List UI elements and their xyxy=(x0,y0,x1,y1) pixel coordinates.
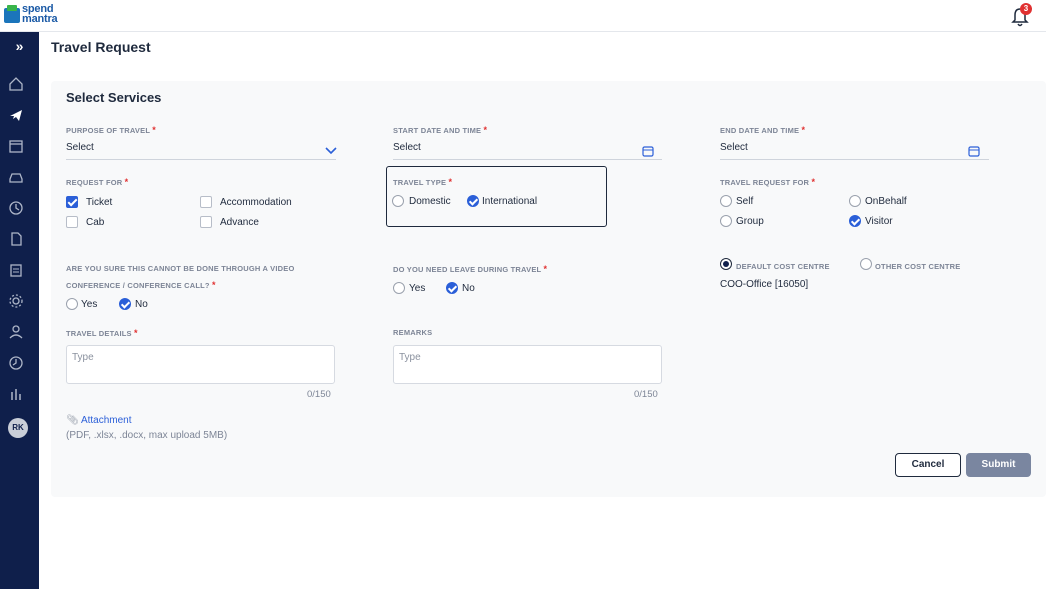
domestic-label: Domestic xyxy=(409,196,451,207)
end-date-input[interactable]: Select xyxy=(720,142,748,153)
document-icon[interactable] xyxy=(8,231,24,247)
calendar-picker-icon[interactable] xyxy=(968,145,980,157)
clipboard-icon[interactable] xyxy=(8,262,24,278)
leave-yes-label: Yes xyxy=(409,283,426,294)
remarks-textarea[interactable]: Type xyxy=(393,345,662,384)
video-conf-no-label: No xyxy=(135,299,148,310)
travel-details-counter: 0/150 xyxy=(307,389,331,400)
start-date-underline xyxy=(393,159,662,160)
cab-label: Cab xyxy=(86,217,105,228)
default-cost-centre-label: DEFAULT COST CENTRE xyxy=(736,262,830,271)
travel-details-label: TRAVEL DETAILS * xyxy=(66,328,138,338)
purpose-label: PURPOSE OF TRAVEL * xyxy=(66,125,156,135)
advance-checkbox[interactable] xyxy=(200,216,212,228)
settings-icon[interactable] xyxy=(8,293,24,309)
calendar-picker-icon[interactable] xyxy=(642,145,654,157)
accommodation-label: Accommodation xyxy=(220,197,292,208)
cancel-button[interactable]: Cancel xyxy=(895,453,961,477)
self-radio[interactable] xyxy=(720,195,732,207)
avatar[interactable]: RK xyxy=(8,418,28,438)
leave-label: DO YOU NEED LEAVE DURING TRAVEL * xyxy=(393,264,548,274)
video-conf-yes-label: Yes xyxy=(81,299,98,310)
international-label: International xyxy=(482,196,538,207)
travel-request-for-label: TRAVEL REQUEST FOR * xyxy=(720,177,816,187)
end-date-underline xyxy=(720,159,989,160)
flight-icon[interactable] xyxy=(8,107,24,123)
expand-sidebar-button[interactable]: » xyxy=(0,36,39,56)
ticket-label: Ticket xyxy=(86,197,113,208)
domestic-radio[interactable] xyxy=(392,195,404,207)
page-title: Travel Request xyxy=(51,39,151,55)
self-label: Self xyxy=(736,196,754,207)
clock-icon[interactable] xyxy=(8,355,24,371)
remarks-label: REMARKS xyxy=(393,328,433,337)
history-icon[interactable] xyxy=(8,200,24,216)
video-conf-yes-radio[interactable] xyxy=(66,298,78,310)
other-cost-centre-radio[interactable] xyxy=(860,258,872,270)
cab-checkbox[interactable] xyxy=(66,216,78,228)
onbehalf-label: OnBehalf xyxy=(865,196,907,207)
reports-icon[interactable] xyxy=(8,386,24,402)
visitor-radio[interactable] xyxy=(849,215,861,227)
sidebar: » RK xyxy=(0,32,39,589)
paperclip-icon: 📎︎ xyxy=(66,415,79,426)
international-radio[interactable] xyxy=(467,195,479,207)
home-icon[interactable] xyxy=(8,76,24,92)
logo-mark-icon xyxy=(4,5,20,23)
video-conference-label-2: CONFERENCE / CONFERENCE CALL? * xyxy=(66,280,216,290)
logo-line-2: mantra xyxy=(22,13,58,25)
ticket-checkbox[interactable] xyxy=(66,196,78,208)
leave-no-label: No xyxy=(462,283,475,294)
notification-count-badge: 3 xyxy=(1020,3,1032,15)
calendar-icon[interactable] xyxy=(8,138,24,154)
start-date-label: START DATE AND TIME * xyxy=(393,125,488,135)
submit-button[interactable]: Submit xyxy=(966,453,1031,477)
video-conference-label-1: ARE YOU SURE THIS CANNOT BE DONE THROUGH… xyxy=(66,264,295,273)
other-cost-centre-label: OTHER COST CENTRE xyxy=(875,262,961,271)
group-radio[interactable] xyxy=(720,215,732,227)
spendmantra-logo[interactable]: spend mantra xyxy=(4,4,58,25)
logo-text: spend mantra xyxy=(22,4,58,25)
remarks-counter: 0/150 xyxy=(634,389,658,400)
travel-type-label: TRAVEL TYPE * xyxy=(393,177,453,187)
purpose-select[interactable]: Select xyxy=(66,142,94,153)
chevron-down-icon[interactable] xyxy=(325,145,337,155)
purpose-underline xyxy=(66,159,336,160)
advance-label: Advance xyxy=(220,217,259,228)
onbehalf-radio[interactable] xyxy=(849,195,861,207)
leave-yes-radio[interactable] xyxy=(393,282,405,294)
request-for-label: REQUEST FOR * xyxy=(66,177,129,187)
visitor-label: Visitor xyxy=(865,216,893,227)
travel-details-textarea[interactable]: Type xyxy=(66,345,335,384)
top-bar: spend mantra 3 xyxy=(0,0,1046,32)
cost-centre-value: COO-Office [16050] xyxy=(720,279,809,290)
section-title: Select Services xyxy=(66,90,162,105)
accommodation-checkbox[interactable] xyxy=(200,196,212,208)
group-label: Group xyxy=(736,216,764,227)
video-conf-no-radio[interactable] xyxy=(119,298,131,310)
attachment-hint: (PDF, .xlsx, .docx, max upload 5MB) xyxy=(66,430,228,441)
car-icon[interactable] xyxy=(8,169,24,185)
leave-no-radio[interactable] xyxy=(446,282,458,294)
start-date-input[interactable]: Select xyxy=(393,142,421,153)
user-icon[interactable] xyxy=(8,324,24,340)
attachment-label: Attachment xyxy=(80,415,132,426)
default-cost-centre-radio[interactable] xyxy=(720,258,732,270)
attachment-link[interactable]: 📎︎ Attachment xyxy=(66,415,132,426)
end-date-label: END DATE AND TIME * xyxy=(720,125,806,135)
